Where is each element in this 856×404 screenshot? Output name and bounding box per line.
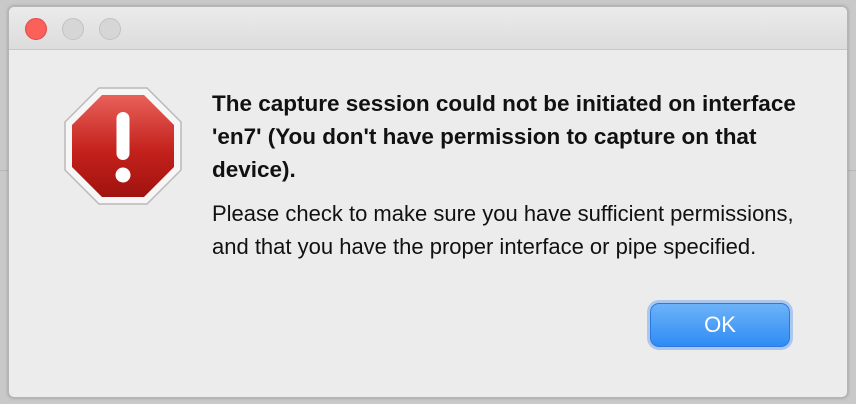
close-window-button[interactable] <box>25 18 47 40</box>
alert-message: Please check to make sure you have suffi… <box>212 201 794 259</box>
stop-alert-icon <box>64 87 182 205</box>
alert-headline: The capture session could not be initiat… <box>212 91 796 182</box>
title-bar[interactable] <box>9 7 847 50</box>
alert-dialog: The capture session could not be initiat… <box>8 6 848 398</box>
zoom-window-button <box>99 18 121 40</box>
ok-button[interactable]: OK <box>650 303 790 347</box>
minimize-window-button <box>62 18 84 40</box>
